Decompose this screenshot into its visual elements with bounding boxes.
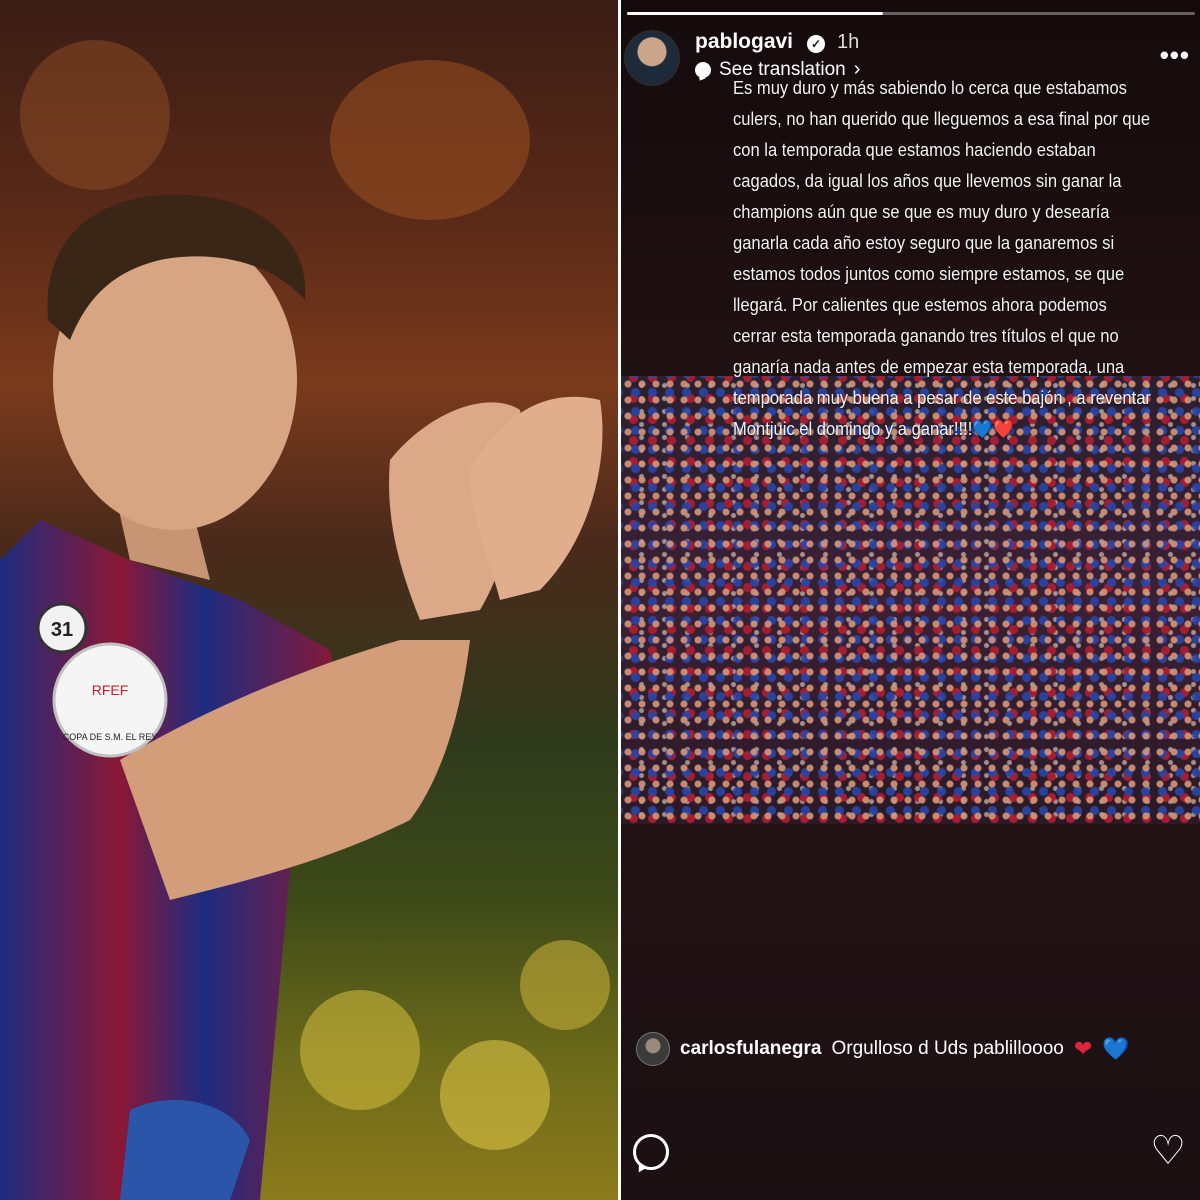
- player-figure: 31 RFEF COPA DE S.M. EL REY: [0, 194, 603, 1200]
- more-options-icon[interactable]: •••: [1160, 40, 1190, 71]
- instagram-story[interactable]: pablogavi ✓ 1h See translation › ••• Es …: [621, 0, 1200, 1200]
- commenter-avatar[interactable]: [636, 1032, 670, 1066]
- comment-text: Orgulloso d Uds pablilloooo: [831, 1038, 1064, 1059]
- like-heart-icon[interactable]: ♡: [1150, 1128, 1186, 1174]
- blue-heart-emoji: 💙: [1102, 1036, 1130, 1061]
- profile-avatar[interactable]: [624, 30, 680, 86]
- story-progress-track: [627, 12, 1195, 15]
- story-caption-text: Es muy duro y más sabiendo lo cerca que …: [733, 78, 1151, 439]
- post-time: 1h: [837, 31, 860, 53]
- player-photo: 31 RFEF COPA DE S.M. EL REY: [0, 0, 618, 1200]
- patch-text: COPA DE S.M. EL REY: [63, 732, 158, 742]
- featured-comment[interactable]: carlosfulanegra Orgulloso d Uds pablillo…: [636, 1032, 1130, 1066]
- red-heart-emoji: ❤: [1073, 1036, 1093, 1061]
- story-progress-fill: [627, 12, 883, 15]
- verified-badge-icon: ✓: [807, 35, 825, 53]
- profile-username[interactable]: pablogavi: [695, 30, 793, 54]
- reply-bubble-icon[interactable]: [633, 1134, 669, 1170]
- badge-number: 31: [51, 619, 73, 641]
- patch-letters: RFEF: [92, 682, 129, 698]
- translation-bubble-icon: [695, 61, 711, 78]
- commenter-username[interactable]: carlosfulanegra: [680, 1038, 822, 1060]
